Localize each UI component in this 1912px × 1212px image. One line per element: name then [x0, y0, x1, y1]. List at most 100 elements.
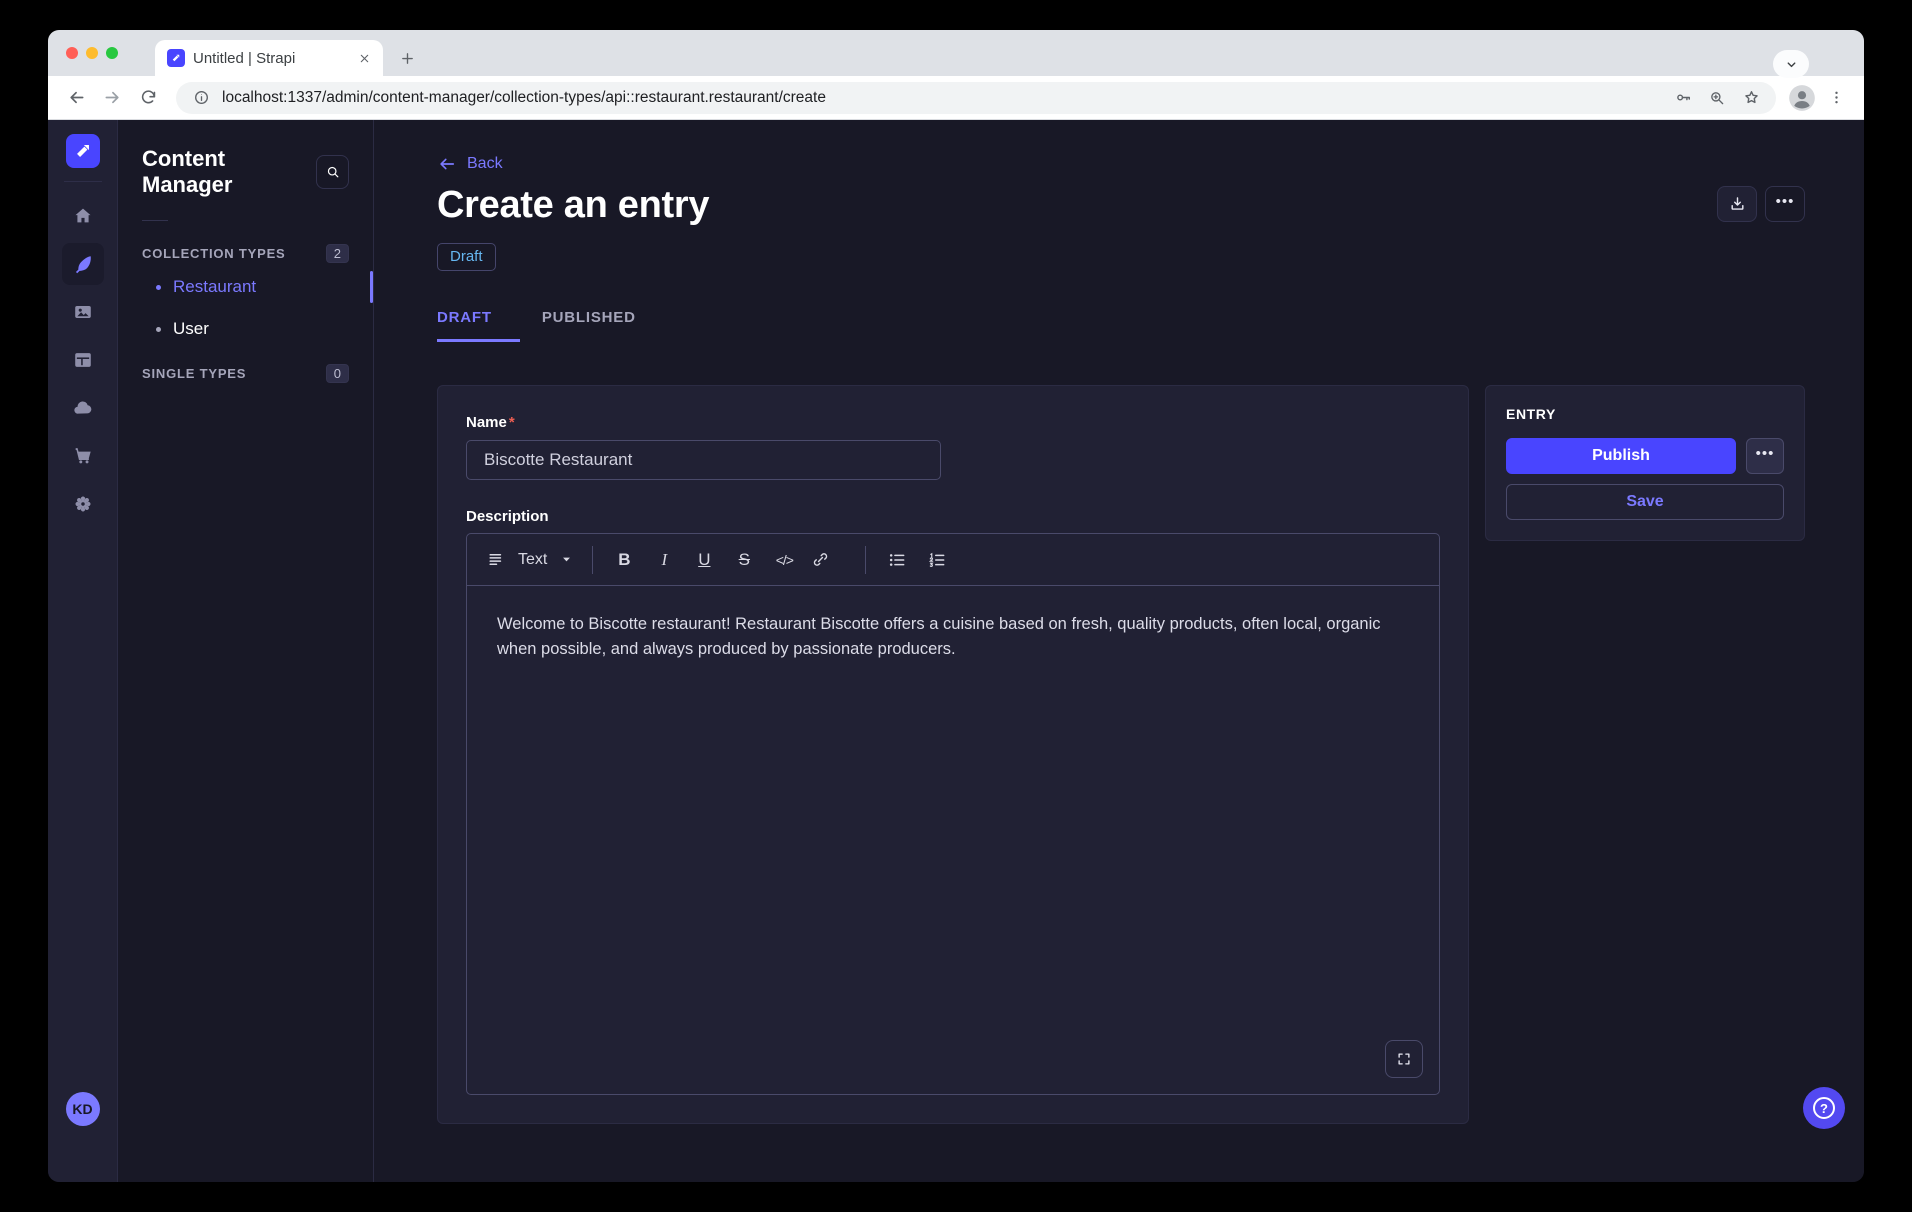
- minimize-window-button[interactable]: [86, 47, 98, 59]
- tab-close-icon[interactable]: [355, 49, 373, 67]
- underline-button[interactable]: U: [691, 545, 717, 575]
- nav-settings-gear-icon[interactable]: [62, 483, 104, 525]
- search-button[interactable]: [316, 155, 349, 189]
- nav-media-library-icon[interactable]: [62, 291, 104, 333]
- nav-home-icon[interactable]: [62, 195, 104, 237]
- version-tabs: DRAFT PUBLISHED: [437, 309, 1805, 342]
- entry-form-card: Name* Description Text B: [437, 385, 1469, 1124]
- description-text: Welcome to Biscotte restaurant! Restaura…: [497, 612, 1409, 662]
- main-nav-rail: KD: [48, 120, 118, 1182]
- nav-content-manager-icon[interactable]: [62, 243, 104, 285]
- password-key-icon[interactable]: [1670, 85, 1696, 111]
- editor-content[interactable]: Welcome to Biscotte restaurant! Restaura…: [467, 586, 1439, 1094]
- help-button[interactable]: ?: [1803, 1087, 1845, 1129]
- collection-types-label: COLLECTION TYPES: [142, 246, 286, 261]
- bullet-icon: [156, 327, 161, 332]
- entry-panel: ENTRY Publish ••• Save: [1485, 385, 1805, 541]
- sidebar-item-user[interactable]: User: [142, 309, 349, 349]
- bulleted-list-icon: [887, 550, 907, 570]
- tab-strip: Untitled | Strapi: [48, 30, 1864, 76]
- save-button[interactable]: Save: [1506, 484, 1784, 520]
- rich-text-editor: Text B I U S </>: [466, 533, 1440, 1095]
- browser-profile-avatar[interactable]: [1788, 84, 1816, 112]
- reload-icon[interactable]: [132, 82, 164, 114]
- ellipsis-icon: •••: [1776, 194, 1795, 215]
- traffic-lights: [66, 47, 118, 59]
- question-mark-icon: ?: [1813, 1097, 1835, 1119]
- subnav-title: Content Manager: [142, 146, 316, 198]
- back-link[interactable]: Back: [437, 154, 503, 174]
- close-window-button[interactable]: [66, 47, 78, 59]
- bulleted-list-button[interactable]: [884, 545, 910, 575]
- user-avatar[interactable]: KD: [66, 1092, 100, 1126]
- tab-search-chevron-button[interactable]: [1773, 50, 1809, 78]
- sidebar-item-restaurant[interactable]: Restaurant: [142, 267, 349, 307]
- tab-published[interactable]: PUBLISHED: [542, 309, 636, 342]
- status-badge: Draft: [437, 243, 496, 271]
- publish-button[interactable]: Publish: [1506, 438, 1736, 474]
- block-style-value: Text: [518, 551, 547, 569]
- strapi-logo[interactable]: [66, 134, 100, 168]
- italic-button[interactable]: I: [651, 545, 677, 575]
- required-asterisk: *: [509, 414, 515, 431]
- toolbar-separator: [865, 546, 866, 574]
- nav-marketplace-cart-icon[interactable]: [62, 435, 104, 477]
- block-style-dropdown[interactable]: Text: [487, 550, 574, 569]
- page-title: Create an entry: [437, 184, 709, 227]
- single-types-count-badge: 0: [326, 364, 349, 383]
- forward-nav-icon[interactable]: [96, 82, 128, 114]
- single-types-header: SINGLE TYPES 0: [142, 361, 349, 385]
- subnav-divider: [142, 220, 168, 221]
- single-types-label: SINGLE TYPES: [142, 366, 246, 381]
- bold-button[interactable]: B: [611, 545, 637, 575]
- entry-more-button[interactable]: •••: [1746, 438, 1784, 474]
- browser-toolbar: localhost:1337/admin/content-manager/col…: [48, 76, 1864, 120]
- tab-draft[interactable]: DRAFT: [437, 309, 520, 342]
- header-more-button[interactable]: •••: [1765, 186, 1805, 222]
- back-arrow-icon: [437, 154, 457, 174]
- description-field-label: Description: [466, 508, 1440, 525]
- link-icon: [811, 550, 830, 569]
- new-tab-button[interactable]: [393, 44, 421, 72]
- collection-types-header: COLLECTION TYPES 2: [142, 241, 349, 265]
- text-lines-icon: [487, 550, 506, 569]
- code-button[interactable]: </>: [771, 545, 797, 575]
- editor-toolbar: Text B I U S </>: [467, 534, 1439, 586]
- collection-types-count-badge: 2: [326, 244, 349, 263]
- expand-icon: [1395, 1050, 1413, 1068]
- strapi-app: KD Content Manager COLLECTION TYPES 2 Re…: [48, 120, 1864, 1182]
- rail-divider: [64, 181, 102, 182]
- sidebar-item-label: Restaurant: [173, 277, 256, 297]
- chevron-down-icon: [559, 552, 574, 567]
- back-label: Back: [467, 155, 503, 173]
- numbered-list-button[interactable]: [924, 545, 950, 575]
- nav-content-type-builder-icon[interactable]: [62, 339, 104, 381]
- browser-tab[interactable]: Untitled | Strapi: [155, 40, 383, 76]
- sidebar-item-label: User: [173, 319, 209, 339]
- zoom-in-icon[interactable]: [1704, 85, 1730, 111]
- name-input[interactable]: [466, 440, 941, 480]
- entry-panel-title: ENTRY: [1506, 406, 1784, 422]
- back-nav-icon[interactable]: [60, 82, 92, 114]
- numbered-list-icon: [927, 550, 947, 570]
- bullet-icon: [156, 285, 161, 290]
- main-content: Back Create an entry ••• Draft DRAFT PUB…: [374, 120, 1864, 1182]
- bookmark-star-icon[interactable]: [1738, 85, 1764, 111]
- zoom-window-button[interactable]: [106, 47, 118, 59]
- name-field-label: Name*: [466, 414, 1440, 432]
- toolbar-separator: [592, 546, 593, 574]
- ellipsis-icon: •••: [1756, 446, 1775, 467]
- export-download-button[interactable]: [1717, 186, 1757, 222]
- link-button[interactable]: [807, 545, 833, 575]
- browser-window: Untitled | Strapi localhost:1337/admin/c…: [48, 30, 1864, 1182]
- site-info-icon[interactable]: [188, 85, 214, 111]
- expand-editor-button[interactable]: [1385, 1040, 1423, 1078]
- content-manager-subnav: Content Manager COLLECTION TYPES 2 Resta…: [118, 120, 374, 1182]
- strapi-favicon: [167, 49, 185, 67]
- url-text: localhost:1337/admin/content-manager/col…: [222, 89, 1662, 107]
- nav-deploy-cloud-icon[interactable]: [62, 387, 104, 429]
- browser-menu-icon[interactable]: [1820, 82, 1852, 114]
- strikethrough-button[interactable]: S: [731, 545, 757, 575]
- tab-title: Untitled | Strapi: [193, 50, 347, 67]
- url-bar[interactable]: localhost:1337/admin/content-manager/col…: [176, 82, 1776, 114]
